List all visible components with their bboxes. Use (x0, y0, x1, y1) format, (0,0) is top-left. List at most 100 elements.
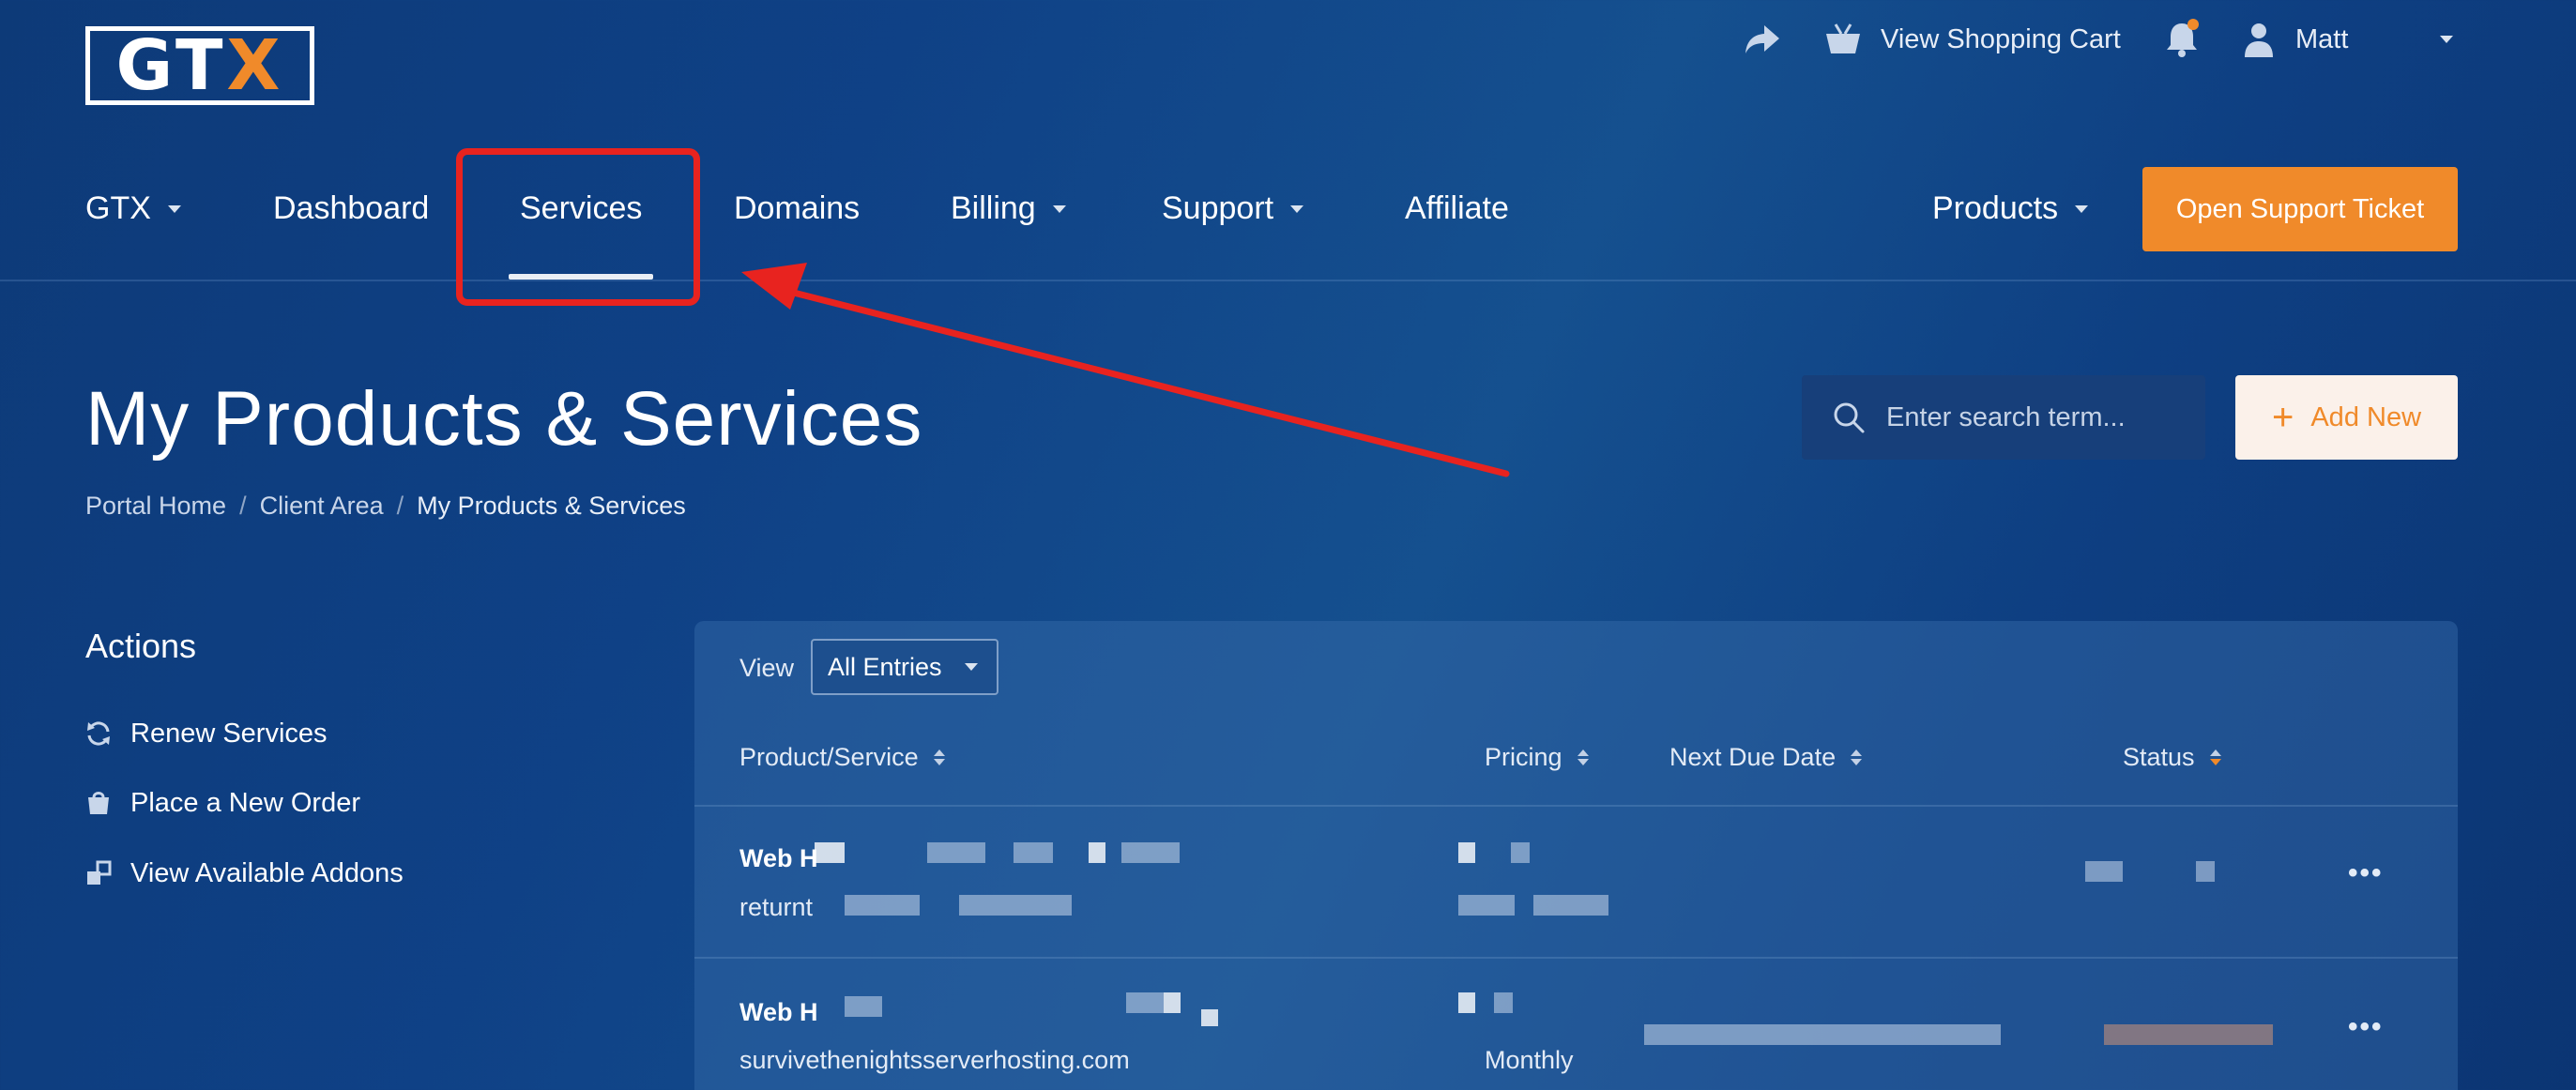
breadcrumb-client-area[interactable]: Client Area (260, 492, 384, 521)
search-input[interactable] (1886, 401, 2187, 433)
breadcrumb: Portal Home / Client Area / My Products … (85, 492, 686, 521)
view-filter-select[interactable]: All Entries (811, 639, 998, 695)
row-domain: returnt (739, 893, 814, 921)
redacted-text (1164, 992, 1181, 1013)
cart-icon (85, 790, 114, 816)
user-name: Matt (2295, 23, 2349, 54)
action-view-addons[interactable]: View Available Addons (85, 855, 404, 892)
redacted-text (959, 895, 1072, 916)
row-product-name: Web H (739, 844, 818, 872)
nav-support-label: Support (1162, 190, 1274, 226)
nav-gtx-label: GTX (85, 190, 151, 226)
sort-icon (933, 749, 945, 765)
column-header-next-due[interactable]: Next Due Date (1669, 743, 1863, 772)
action-label: View Available Addons (130, 857, 404, 888)
redacted-text (1126, 992, 1164, 1013)
redacted-text (1458, 992, 1475, 1013)
nav-affiliate-label: Affiliate (1405, 190, 1509, 226)
logo-text: GT (115, 25, 227, 106)
redacted-text (845, 996, 882, 1017)
nav-domains-label: Domains (734, 190, 861, 226)
action-label: Place a New Order (130, 787, 360, 818)
redacted-text (1458, 895, 1515, 916)
column-header-pricing[interactable]: Pricing (1485, 743, 1589, 772)
nav-domains[interactable]: Domains (734, 159, 860, 258)
bell-icon (2165, 19, 2199, 58)
addons-icon (85, 860, 114, 886)
redacted-text (1014, 842, 1053, 863)
sort-icon (2209, 749, 2221, 765)
view-label: View (739, 654, 795, 682)
notifications-button[interactable] (2165, 0, 2199, 79)
plus-icon: + (2271, 397, 2294, 438)
row-product-name: Web H (739, 998, 818, 1026)
row-pricing: Monthly (1485, 1046, 1574, 1074)
gtx-logo[interactable]: GT X (85, 25, 314, 106)
products-panel: View All Entries Product/Service Pricing… (694, 621, 2458, 1090)
open-support-ticket-button[interactable]: Open Support Ticket (2142, 167, 2458, 251)
redacted-text (927, 842, 985, 863)
redacted-text (2085, 861, 2123, 882)
sort-icon (1577, 749, 1589, 765)
row-divider (694, 957, 2458, 959)
user-menu[interactable]: Matt (2243, 0, 2454, 79)
column-label: Product/Service (739, 743, 919, 771)
search-box[interactable] (1802, 375, 2205, 460)
add-new-label: Add New (2310, 401, 2422, 432)
refresh-icon (85, 720, 114, 747)
add-new-button[interactable]: + Add New (2235, 375, 2458, 460)
notification-dot (2187, 19, 2199, 30)
action-renew-services[interactable]: Renew Services (85, 715, 328, 752)
view-selected-value: All Entries (828, 652, 942, 681)
nav-dashboard-label: Dashboard (273, 190, 430, 226)
view-cart-link[interactable]: View Shopping Cart (1824, 0, 2121, 79)
redacted-text (845, 895, 920, 916)
search-icon (1832, 401, 1866, 434)
redacted-text (1644, 1024, 2001, 1045)
column-header-product[interactable]: Product/Service (739, 743, 945, 772)
redacted-text (1511, 842, 1530, 863)
nav-products-label: Products (1932, 190, 2059, 226)
chevron-down-icon (1052, 204, 1066, 213)
nav-products[interactable]: Products (1932, 159, 2089, 258)
row-divider (694, 805, 2458, 807)
redacted-text (1089, 842, 1105, 863)
action-label: Renew Services (130, 718, 328, 749)
top-bar: GT X View Shopping Cart Matt (0, 0, 2576, 131)
page-title: My Products & Services (85, 376, 923, 462)
redacted-text (1201, 1009, 1218, 1026)
row-domain: survivethenightsserverhosting.com (739, 1046, 1130, 1074)
logo-accent-text: X (226, 25, 284, 106)
chevron-down-icon (1290, 204, 1304, 213)
redacted-text (2196, 861, 2215, 882)
column-label: Next Due Date (1669, 743, 1837, 771)
cart-label: View Shopping Cart (1881, 23, 2121, 54)
chevron-down-icon (167, 204, 181, 213)
nav-affiliate[interactable]: Affiliate (1405, 159, 1509, 258)
redacted-text (1121, 842, 1180, 863)
nav-billing[interactable]: Billing (951, 159, 1066, 258)
basket-icon (1824, 23, 1862, 56)
sort-icon (1851, 749, 1863, 765)
breadcrumb-portal-home[interactable]: Portal Home (85, 492, 226, 521)
nav-gtx[interactable]: GTX (85, 159, 181, 258)
nav-dashboard[interactable]: Dashboard (273, 159, 429, 258)
breadcrumb-separator: / (239, 492, 247, 520)
chevron-down-icon (2440, 36, 2454, 43)
column-label: Status (2123, 743, 2195, 771)
chevron-down-icon (965, 663, 978, 671)
breadcrumb-current: My Products & Services (417, 492, 686, 520)
nav-billing-label: Billing (951, 190, 1036, 226)
annotation-highlight-box (456, 148, 700, 306)
action-place-new-order[interactable]: Place a New Order (85, 784, 360, 822)
column-header-status[interactable]: Status (2123, 743, 2221, 772)
redacted-text (1458, 842, 1475, 863)
redacted-text (1494, 992, 1513, 1013)
chevron-down-icon (2075, 204, 2089, 213)
breadcrumb-separator: / (396, 492, 404, 520)
share-icon[interactable] (1744, 0, 1781, 79)
nav-support[interactable]: Support (1162, 159, 1304, 258)
more-options-icon[interactable]: ••• (2348, 1011, 2384, 1043)
redacted-status (2104, 1024, 2273, 1045)
more-options-icon[interactable]: ••• (2348, 857, 2384, 889)
